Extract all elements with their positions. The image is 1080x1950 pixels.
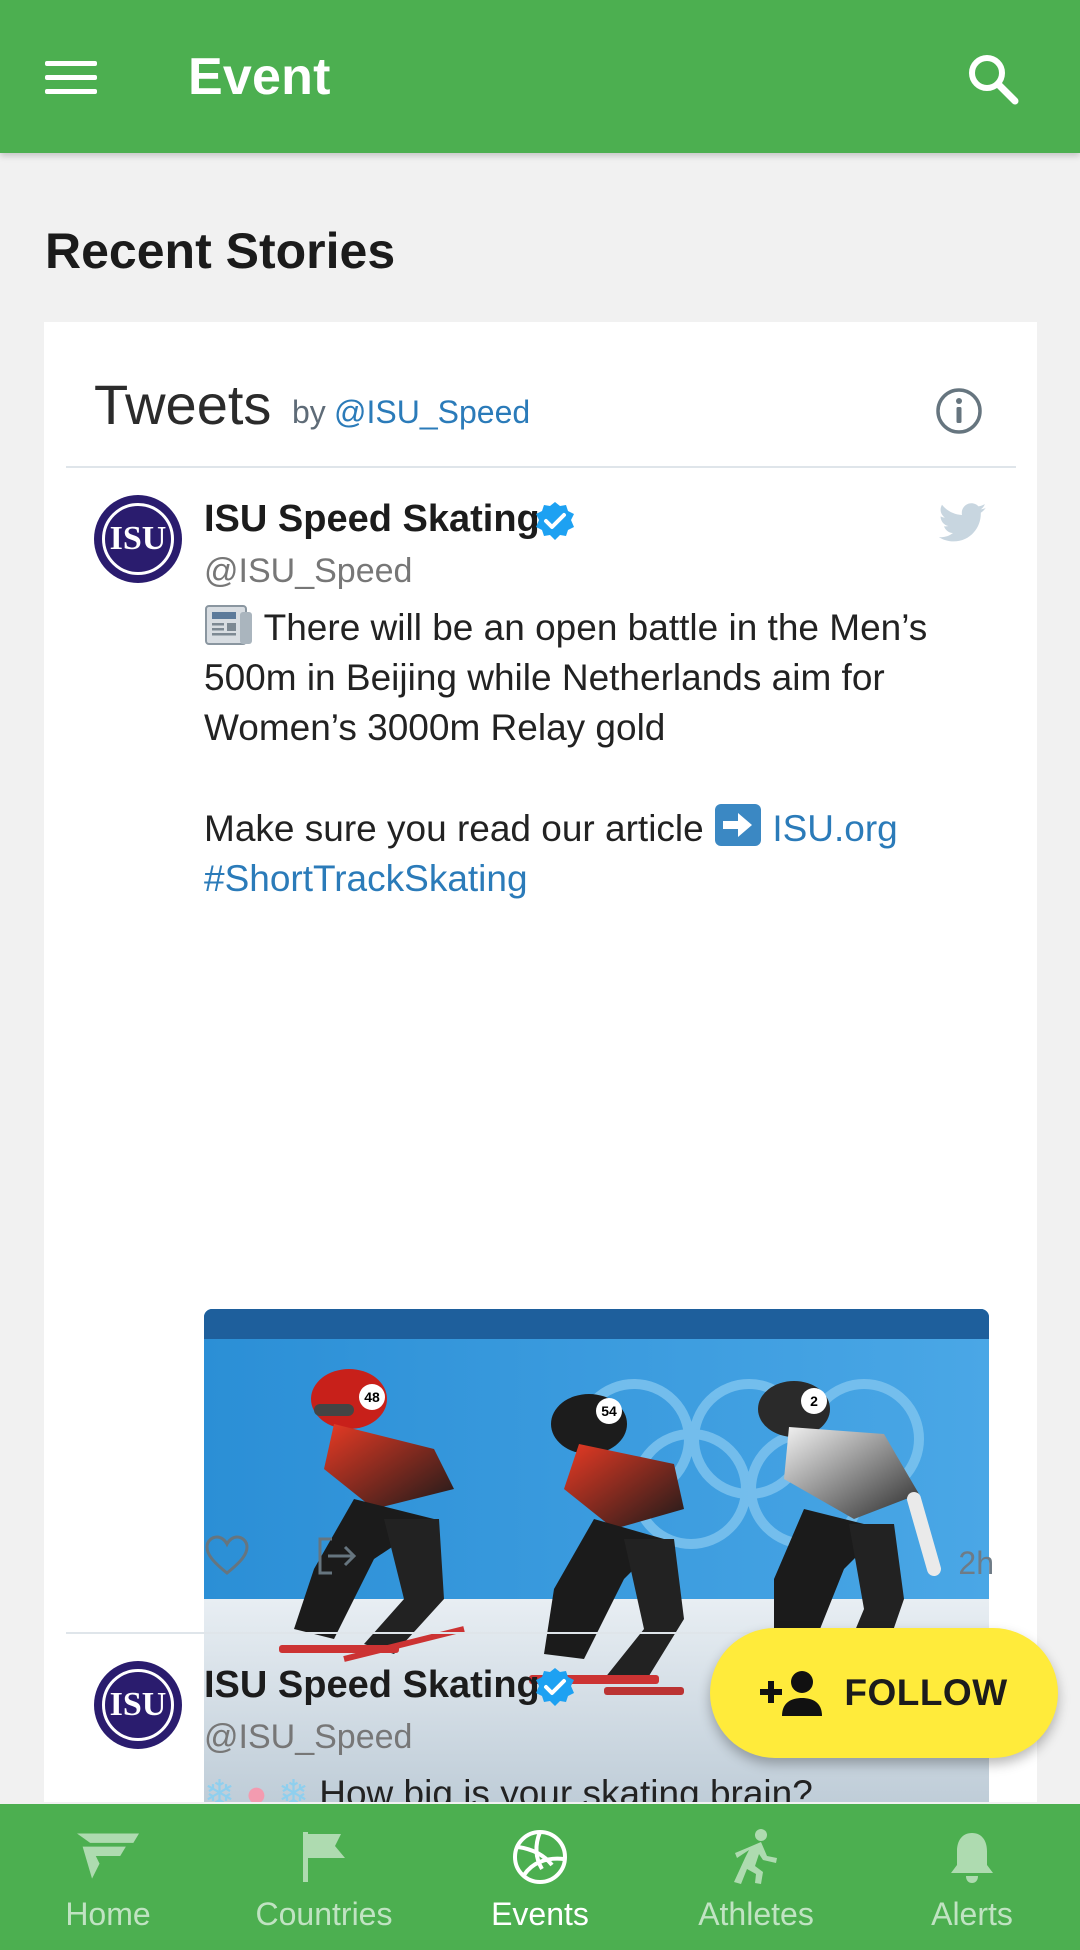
- widget-title: Tweets: [94, 373, 272, 436]
- nav-countries[interactable]: Countries: [216, 1804, 432, 1950]
- page-title: Event: [188, 48, 331, 106]
- nav-label: Alerts: [931, 1896, 1013, 1932]
- twitter-bird-icon[interactable]: [939, 502, 987, 544]
- info-icon[interactable]: [934, 386, 984, 436]
- snowflake-icon: ❄: [204, 1773, 236, 1802]
- tweet-author-handle[interactable]: @ISU_Speed: [204, 1718, 412, 1757]
- card-header: Tweets by @ISU_Speed: [44, 322, 1037, 467]
- like-heart-icon[interactable]: [204, 1533, 250, 1579]
- tweet-text-line: There will be an open battle in the Men’…: [204, 607, 928, 748]
- isu-logo-icon: ISU: [102, 1669, 174, 1741]
- nav-events[interactable]: Events: [432, 1804, 648, 1950]
- tweet-author-name[interactable]: ISU Speed Skating: [204, 498, 540, 541]
- avatar[interactable]: ISU: [94, 495, 182, 583]
- nav-label: Home: [65, 1896, 151, 1932]
- nav-home[interactable]: Home: [0, 1804, 216, 1950]
- follow-label: FOLLOW: [844, 1672, 1008, 1713]
- menu-icon[interactable]: [38, 48, 104, 108]
- right-arrow-emoji-icon: [715, 804, 762, 846]
- brain-icon: ●: [245, 1773, 268, 1802]
- snowflake-icon: ❄: [277, 1773, 309, 1802]
- nav-athletes[interactable]: Athletes: [648, 1804, 864, 1950]
- nav-label: Countries: [255, 1896, 393, 1932]
- hashtag-link[interactable]: #ShortTrackSkating: [204, 858, 528, 899]
- divider: [66, 466, 1016, 468]
- helmet-number: 48: [364, 1389, 380, 1405]
- widget-by: by: [292, 394, 326, 430]
- isu-logo-icon: ISU: [102, 503, 174, 575]
- tweet-timestamp[interactable]: 2h: [958, 1545, 994, 1582]
- running-icon: [725, 1828, 787, 1886]
- flag-icon: [293, 1828, 355, 1886]
- avatar[interactable]: ISU: [94, 1661, 182, 1749]
- helmet-number: 2: [810, 1393, 818, 1409]
- widget-handle-link[interactable]: @ISU_Speed: [334, 394, 530, 431]
- share-icon[interactable]: [314, 1533, 360, 1579]
- nav-label: Events: [491, 1896, 589, 1932]
- nav-label: Athletes: [698, 1896, 814, 1932]
- volleyball-icon: [509, 1828, 571, 1886]
- tweet-author-name[interactable]: ISU Speed Skating: [204, 1664, 540, 1707]
- add-person-icon: [760, 1671, 823, 1716]
- tweets-card: Tweets by @ISU_Speed ISU ISU Speed Skati…: [44, 322, 1037, 1802]
- search-icon[interactable]: [958, 44, 1028, 114]
- helmet-number: 54: [601, 1403, 617, 1419]
- tweet-text: There will be an open battle in the Men’…: [204, 603, 994, 904]
- nav-alerts[interactable]: Alerts: [864, 1804, 1080, 1950]
- tweet-actions: 2h: [204, 1533, 994, 1593]
- newspaper-icon: [205, 605, 252, 645]
- tweet-author-handle[interactable]: @ISU_Speed: [204, 552, 412, 591]
- tweet-text-line: Make sure you read our article: [204, 808, 704, 849]
- article-link[interactable]: ISU.org: [772, 808, 897, 849]
- tweet-text-line: How big is your skating brain?: [319, 1773, 813, 1802]
- verified-badge-icon: [536, 1668, 574, 1706]
- section-title: Recent Stories: [45, 223, 396, 279]
- verified-badge-icon: [536, 502, 574, 540]
- follow-button[interactable]: FOLLOW: [710, 1628, 1058, 1758]
- app-bar: Event: [0, 0, 1080, 153]
- bottom-navigation: Home Countries Events Athletes Alerts: [0, 1804, 1080, 1950]
- tweet-text: ❄ ● ❄ How big is your skating brain?: [204, 1769, 994, 1802]
- bell-icon: [941, 1828, 1003, 1886]
- home-logo-icon: [77, 1828, 139, 1886]
